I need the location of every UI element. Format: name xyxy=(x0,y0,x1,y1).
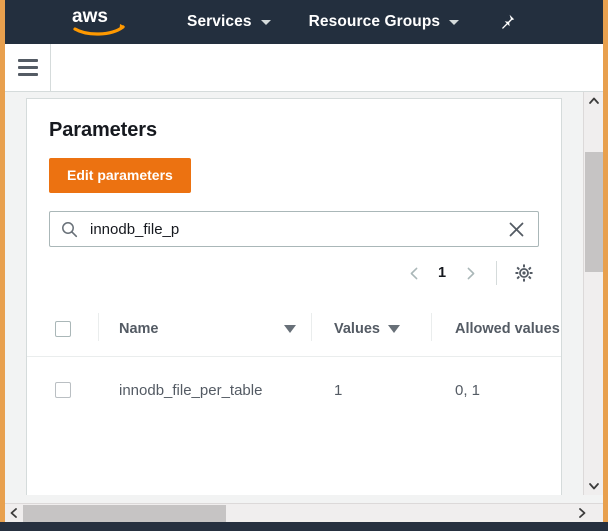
column-header-values-label: Values xyxy=(334,321,380,337)
table-header-row: Name Values Allowed values xyxy=(27,301,561,357)
page-title: Parameters xyxy=(49,119,539,142)
panel-header: Parameters Edit parameters xyxy=(27,99,561,193)
cell-name-text: innodb_file_per_table xyxy=(119,382,262,399)
cell-values: 1 xyxy=(312,357,432,423)
cell-allowed-values-text: 0, 1 xyxy=(455,382,480,399)
chevron-right-icon[interactable] xyxy=(573,504,591,522)
column-header-allowed-values[interactable]: Allowed values xyxy=(432,301,561,356)
chevron-down-icon xyxy=(261,20,271,25)
column-header-allowed-values-label: Allowed values xyxy=(455,321,560,337)
close-icon[interactable] xyxy=(508,221,525,238)
row-select-cell xyxy=(27,357,99,423)
hamburger-line xyxy=(18,59,38,62)
pagination-prev-button[interactable] xyxy=(400,259,428,287)
nav-services[interactable]: Services xyxy=(187,0,271,44)
cell-values-text: 1 xyxy=(334,382,342,399)
hamburger-line xyxy=(18,66,38,69)
parameters-table: Name Values Allowed values xyxy=(27,301,561,423)
select-all-cell xyxy=(27,301,99,356)
nav-services-label: Services xyxy=(187,13,252,31)
window-frame-left xyxy=(0,0,5,527)
edit-parameters-button[interactable]: Edit parameters xyxy=(49,158,191,193)
table-row[interactable]: innodb_file_per_table 1 0, 1 xyxy=(27,357,561,423)
parameters-panel: Parameters Edit parameters xyxy=(26,98,562,495)
gear-icon[interactable] xyxy=(511,260,537,286)
sort-descending-icon[interactable] xyxy=(284,325,296,333)
column-header-name[interactable]: Name xyxy=(99,301,312,356)
pagination-controls: 1 xyxy=(49,255,537,291)
aws-top-navbar: aws Services Resource Groups xyxy=(5,0,603,44)
scrollbar-corner xyxy=(591,504,603,522)
vertical-scrollbar-thumb[interactable] xyxy=(585,152,603,272)
browser-window: aws Services Resource Groups xyxy=(0,0,608,531)
row-checkbox[interactable] xyxy=(55,382,71,398)
aws-logo[interactable]: aws xyxy=(71,5,127,39)
pagination-next-button[interactable] xyxy=(456,259,484,287)
window-frame-bottom xyxy=(0,522,608,531)
cell-name: innodb_file_per_table xyxy=(99,357,312,423)
pushpin-icon[interactable] xyxy=(497,13,516,32)
column-header-name-label: Name xyxy=(119,321,159,337)
column-header-values[interactable]: Values xyxy=(312,301,432,356)
service-sub-navbar xyxy=(5,44,603,92)
chevron-left-icon[interactable] xyxy=(5,504,23,522)
search-input[interactable] xyxy=(90,221,508,238)
window-frame-right xyxy=(603,0,608,527)
svg-text:aws: aws xyxy=(72,6,108,27)
select-all-checkbox[interactable] xyxy=(55,321,71,337)
hamburger-line xyxy=(18,73,38,76)
hamburger-icon[interactable] xyxy=(5,44,51,91)
chevron-down-icon xyxy=(449,20,459,25)
search-icon xyxy=(61,221,78,238)
sort-descending-icon[interactable] xyxy=(388,325,400,333)
nav-resource-groups-label: Resource Groups xyxy=(309,13,441,31)
chevron-up-icon[interactable] xyxy=(584,92,603,110)
pagination-page-1[interactable]: 1 xyxy=(428,265,456,281)
search-box[interactable] xyxy=(49,211,539,247)
horizontal-scrollbar[interactable] xyxy=(5,503,603,522)
cell-allowed-values: 0, 1 xyxy=(432,357,561,423)
chevron-down-icon[interactable] xyxy=(584,477,603,495)
nav-resource-groups[interactable]: Resource Groups xyxy=(309,0,460,44)
vertical-scrollbar[interactable] xyxy=(583,92,603,495)
page-content-area: Parameters Edit parameters xyxy=(5,92,583,495)
pagination-divider xyxy=(496,261,497,285)
horizontal-scrollbar-thumb[interactable] xyxy=(23,505,226,522)
